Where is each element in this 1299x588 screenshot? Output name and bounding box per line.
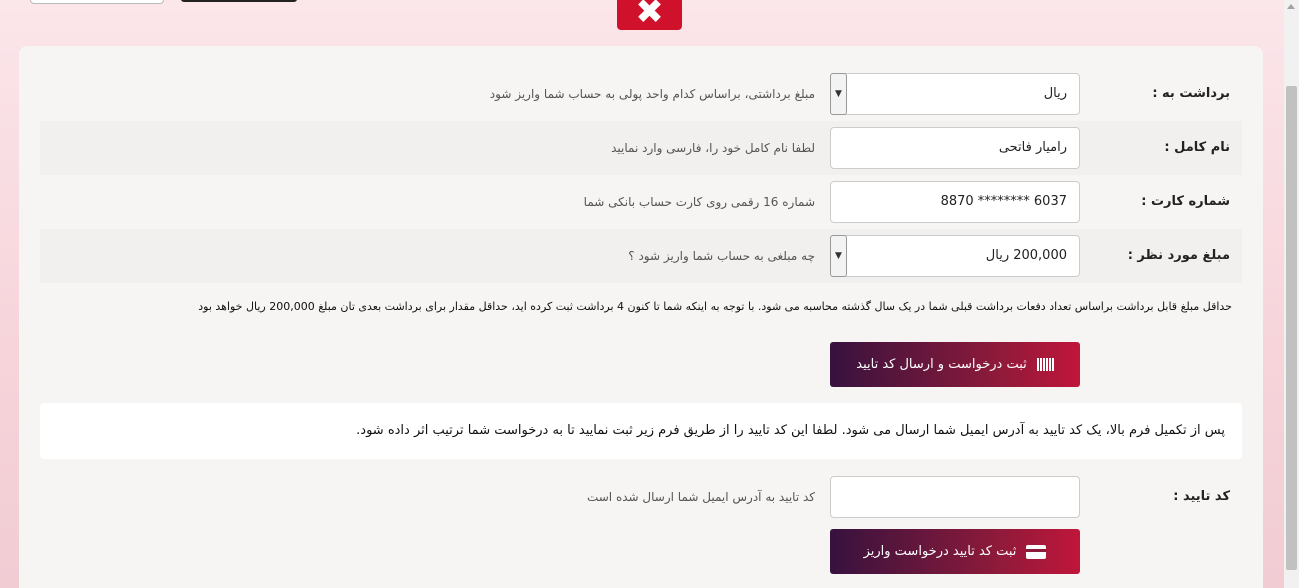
withdraw-to-hint: مبلغ برداشتی، براساس کدام واحد پولی به ح… (489, 87, 815, 101)
minimum-amount-note: حداقل مبلغ قابل برداشت براساس تعداد دفعا… (198, 300, 1232, 313)
verification-code-input[interactable] (830, 476, 1080, 518)
close-button[interactable]: ✖ (617, 0, 682, 30)
top-button-dark[interactable] (181, 0, 297, 2)
withdraw-to-label: برداشت به : (1152, 86, 1230, 101)
credit-card-icon (1026, 544, 1047, 559)
amount-select[interactable]: 200,000 ریال (830, 235, 1080, 277)
info-box: پس از تکمیل فرم بالا، یک کد تایید به آدر… (40, 403, 1242, 459)
close-icon: ✖ (635, 0, 664, 32)
full-name-hint: لطفا نام کامل خود را، فارسی وارد نمایید (611, 141, 815, 155)
top-button-left[interactable] (30, 0, 164, 4)
confirm-code-button[interactable]: ثبت کد تایید درخواست واریز (830, 529, 1080, 574)
top-bar: ✖ (0, 0, 1284, 46)
card-number-label: شماره کارت : (1141, 194, 1230, 209)
row-amount: مبلغ مورد نظر : 200,000 ریال ▼ چه مبلغی … (40, 229, 1242, 283)
submit-request-button[interactable]: ثبت درخواست و ارسال کد تایید (830, 342, 1080, 387)
scroll-thumb[interactable] (1286, 86, 1297, 570)
row-verification-code: کد تایید : کد تایید به آدرس ایمیل شما ار… (40, 470, 1242, 524)
info-text: پس از تکمیل فرم بالا، یک کد تایید به آدر… (356, 423, 1225, 438)
submit-request-label: ثبت درخواست و ارسال کد تایید (856, 357, 1027, 372)
withdraw-to-select[interactable]: ریال (830, 73, 1080, 115)
row-card-number: شماره کارت : 8870 ******** 6037 شماره 16… (40, 175, 1242, 229)
chevron-down-icon[interactable]: ▼ (830, 73, 847, 115)
verification-code-label: کد تایید : (1173, 489, 1230, 504)
full-name-label: نام کامل : (1164, 140, 1230, 155)
confirm-code-label: ثبت کد تایید درخواست واریز (863, 544, 1017, 559)
full-name-input[interactable]: رامیار فاتحی (830, 127, 1080, 169)
card-number-input[interactable]: 8870 ******** 6037 (830, 181, 1080, 223)
amount-label: مبلغ مورد نظر : (1127, 248, 1230, 263)
card-number-hint: شماره 16 رقمی روی کارت حساب بانکی شما (583, 195, 815, 209)
row-withdraw-to: برداشت به : ریال ▼ مبلغ برداشتی، براساس … (40, 67, 1242, 121)
barcode-icon (1036, 358, 1054, 371)
chevron-down-icon[interactable]: ▼ (830, 235, 847, 277)
scrollbar[interactable] (1284, 0, 1299, 588)
row-full-name: نام کامل : رامیار فاتحی لطفا نام کامل خو… (40, 121, 1242, 175)
scroll-up-icon[interactable] (1287, 4, 1295, 9)
verification-code-hint: کد تایید به آدرس ایمیل شما ارسال شده است (586, 490, 815, 504)
amount-hint: چه مبلغی به حساب شما واریز شود ؟ (628, 249, 815, 263)
